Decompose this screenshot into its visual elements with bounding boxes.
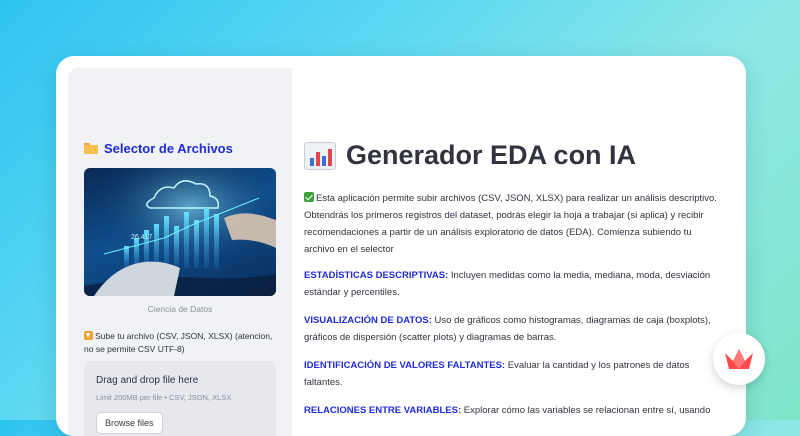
intro-paragraph: Esta aplicación permite subir archivos (… [304,190,724,258]
section-data-visualization: VISUALIZACIÓN DE DATOS: Uso de gráficos … [304,312,724,346]
section-descriptive-stats: ESTADÍSTICAS DESCRIPTIVAS: Incluyen medi… [304,267,724,301]
section-heading: IDENTIFICACIÓN DE VALORES FALTANTES: [304,360,506,371]
upload-label: Sube tu archivo (CSV, JSON, XLSX) (atenc… [84,330,284,356]
section-missing-values: IDENTIFICACIÓN DE VALORES FALTANTES: Eva… [304,357,724,391]
section-heading: RELACIONES ENTRE VARIABLES: [304,405,462,416]
upload-label-text: Sube tu archivo (CSV, JSON, XLSX) (atenc… [84,331,273,354]
crown-icon [725,349,753,369]
sidebar: Selector de Archivos 26.417 Ciencia de D… [68,68,292,436]
section-heading: VISUALIZACIÓN DE DATOS: [304,315,432,326]
app-window: Selector de Archivos 26.417 Ciencia de D… [56,56,746,436]
check-icon [304,192,314,202]
image-caption: Ciencia de Datos [147,304,213,314]
bar-chart-icon [304,141,336,170]
sidebar-title-label: Selector de Archivos [104,141,233,156]
folder-icon [84,143,98,154]
section-text: Explorar cómo las variables se relaciona… [461,405,711,416]
section-heading: ESTADÍSTICAS DESCRIPTIVAS: [304,270,449,281]
sidebar-title: Selector de Archivos [84,141,233,156]
app-logo-badge[interactable] [713,333,765,385]
browse-files-button[interactable]: Browse files [96,412,163,434]
page-title: Generador EDA con IA [304,140,636,171]
image-overlay-number: 26.417 [131,234,153,241]
file-dropzone[interactable]: Drag and drop file here Limit 200MB per … [84,361,276,436]
intro-text: Esta aplicación permite subir archivos (… [304,193,717,255]
sidebar-image: 26.417 [84,168,276,296]
data-science-illustration: 26.417 [84,168,276,296]
main-content: Generador EDA con IA Esta aplicación per… [304,56,746,436]
section-variable-relations: RELACIONES ENTRE VARIABLES: Explorar cóm… [304,402,724,419]
dropzone-title: Drag and drop file here [96,375,199,386]
page-title-text: Generador EDA con IA [346,140,637,170]
download-arrow-icon [84,331,93,340]
dropzone-limit-text: Limit 200MB per file • CSV, JSON, XLSX [96,393,232,402]
